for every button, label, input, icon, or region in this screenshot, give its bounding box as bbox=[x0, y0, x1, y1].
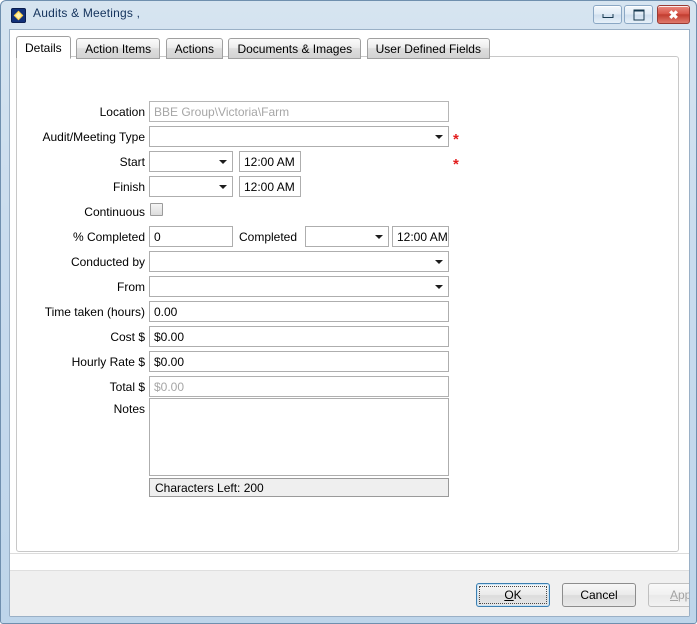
chevron-down-icon bbox=[435, 260, 443, 264]
finish-time-input[interactable]: 12:00 AM bbox=[239, 176, 301, 197]
maximize-button[interactable] bbox=[624, 5, 653, 24]
start-time-input[interactable]: 12:00 AM bbox=[239, 151, 301, 172]
from-label: From bbox=[117, 280, 145, 294]
start-required-marker: * bbox=[453, 156, 459, 173]
tab-documents-and-images[interactable]: Documents & Images bbox=[228, 38, 362, 59]
title-bar[interactable]: Audits & Meetings , ✖ bbox=[1, 1, 697, 29]
chevron-down-icon bbox=[219, 160, 227, 164]
window-title: Audits & Meetings , bbox=[33, 6, 141, 20]
audit-meeting-type-required-marker: * bbox=[453, 131, 459, 148]
continuous-label: Continuous bbox=[84, 205, 145, 219]
percent-completed-input[interactable]: 0 bbox=[149, 226, 233, 247]
tab-details[interactable]: Details bbox=[16, 36, 71, 59]
minimize-button[interactable] bbox=[593, 5, 622, 24]
app-icon bbox=[11, 8, 26, 23]
conducted-by-label: Conducted by bbox=[70, 255, 145, 269]
footer-button-bar: OK Cancel Apply bbox=[10, 570, 689, 616]
apply-button-accelerator: A bbox=[669, 588, 678, 602]
total-input: $0.00 bbox=[149, 376, 449, 397]
cancel-button[interactable]: Cancel bbox=[562, 583, 636, 607]
from-combo[interactable] bbox=[149, 276, 449, 297]
completed-time-input[interactable]: 12:00 AM bbox=[392, 226, 449, 247]
dialog-client-area: Details Action Items Actions Documents &… bbox=[9, 29, 690, 617]
completed-label: Completed bbox=[239, 230, 298, 244]
location-input[interactable]: BBE Group\Victoria\Farm bbox=[149, 101, 449, 122]
apply-button-label-rest: pply bbox=[678, 588, 689, 602]
hourly-rate-label: Hourly Rate $ bbox=[71, 355, 145, 369]
ok-button[interactable]: OK bbox=[476, 583, 550, 607]
total-label: Total $ bbox=[109, 380, 145, 394]
completed-date-combo[interactable] bbox=[305, 226, 389, 247]
finish-label: Finish bbox=[112, 180, 145, 194]
tab-strip: Details Action Items Actions Documents &… bbox=[16, 36, 491, 59]
chevron-down-icon bbox=[375, 235, 383, 239]
start-date-combo[interactable] bbox=[149, 151, 233, 172]
tab-action-items[interactable]: Action Items bbox=[76, 38, 161, 59]
close-button[interactable]: ✖ bbox=[657, 5, 690, 24]
location-label: Location bbox=[99, 105, 145, 119]
continuous-checkbox[interactable] bbox=[150, 203, 163, 216]
chevron-down-icon bbox=[435, 285, 443, 289]
apply-button: Apply bbox=[648, 583, 689, 607]
minimize-icon bbox=[602, 14, 613, 19]
audit-meeting-type-combo[interactable] bbox=[149, 126, 449, 147]
dialog-footer: OK Cancel Apply bbox=[10, 553, 689, 616]
time-taken-input[interactable]: 0.00 bbox=[149, 301, 449, 322]
cancel-button-label: Cancel bbox=[580, 588, 618, 602]
start-label: Start bbox=[119, 155, 145, 169]
cost-label: Cost $ bbox=[110, 330, 145, 344]
chevron-down-icon bbox=[435, 135, 443, 139]
ok-button-accelerator: O bbox=[504, 588, 514, 602]
details-tab-panel: Location BBE Group\Victoria\Farm Audit/M… bbox=[16, 56, 679, 552]
dialog-window: Audits & Meetings , ✖ Details Action Ite… bbox=[0, 0, 697, 624]
chevron-down-icon bbox=[219, 185, 227, 189]
tab-user-defined-fields[interactable]: User Defined Fields bbox=[366, 38, 490, 59]
percent-completed-label: % Completed bbox=[72, 230, 145, 244]
close-icon: ✖ bbox=[668, 7, 679, 22]
tab-actions[interactable]: Actions bbox=[165, 38, 223, 59]
time-taken-label: Time taken (hours) bbox=[44, 305, 145, 319]
notes-textarea[interactable] bbox=[149, 398, 449, 476]
conducted-by-combo[interactable] bbox=[149, 251, 449, 272]
notes-label: Notes bbox=[113, 402, 145, 416]
maximize-icon bbox=[633, 9, 644, 20]
cost-input[interactable]: $0.00 bbox=[149, 326, 449, 347]
audit-meeting-type-label: Audit/Meeting Type bbox=[42, 130, 145, 144]
ok-button-label-rest: K bbox=[513, 588, 522, 602]
characters-left-status: Characters Left: 200 bbox=[149, 478, 449, 497]
hourly-rate-input[interactable]: $0.00 bbox=[149, 351, 449, 372]
finish-date-combo[interactable] bbox=[149, 176, 233, 197]
